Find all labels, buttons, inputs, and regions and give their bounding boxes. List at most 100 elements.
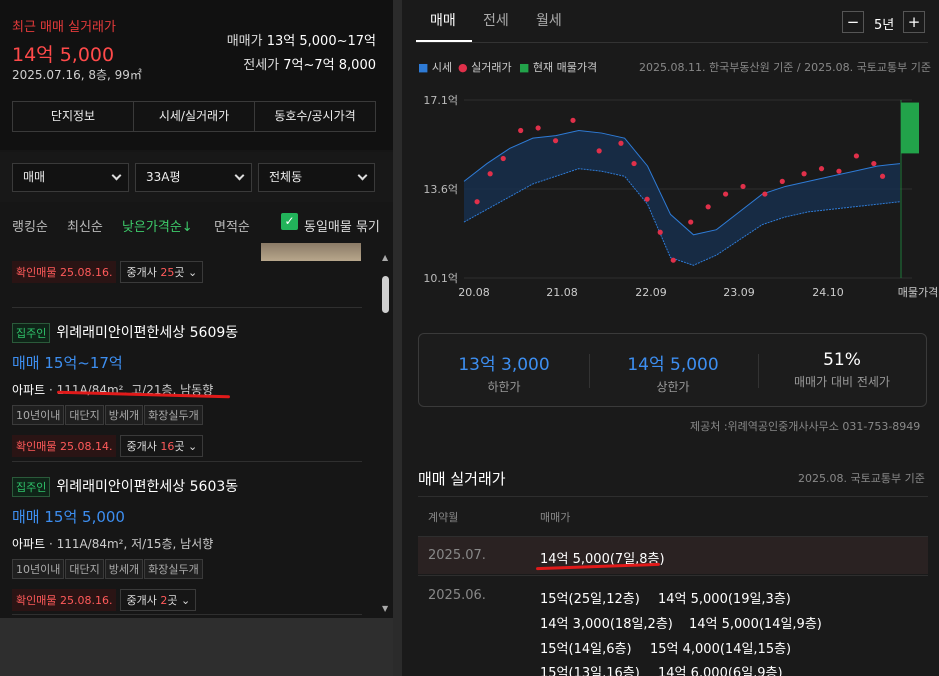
deal-point (705, 204, 711, 210)
legend-market: ■ 시세 (418, 61, 453, 74)
dong-select[interactable]: 전체동 (258, 163, 375, 192)
trade-type-select[interactable]: 매매 (12, 163, 129, 192)
deal-point (631, 160, 637, 167)
deal-entry: 15억 4,000(14일,15층) (650, 642, 792, 657)
x-tick-label: 24.10 (812, 286, 844, 299)
info-tabs: 단지정보 시세/실거래가 동호수/공시가격 (12, 101, 376, 132)
x-tick-label: 매물가격 (898, 286, 938, 299)
feature-chips: 10년이내 대단지 방세개 화장실두개 (12, 558, 362, 579)
listing-photo[interactable] (261, 243, 361, 261)
deal-point (570, 117, 576, 123)
divider (589, 354, 590, 388)
tab-price-history[interactable]: 시세/실거래가 (134, 102, 255, 131)
bottom-area (0, 618, 393, 676)
deal-point (801, 171, 807, 177)
tab-monthly[interactable]: 월세 (536, 10, 562, 30)
square-icon: ■ (418, 61, 429, 74)
deal-entry: 15억(25일,12층) (540, 592, 640, 607)
deal-point (618, 140, 624, 146)
deal-point (670, 257, 676, 263)
chevron-down-icon (111, 170, 122, 181)
sort-ranking[interactable]: 랭킹순 (12, 216, 48, 235)
chevron-down-icon (357, 170, 368, 181)
deal-entry: 15억(14일,6층) (540, 642, 632, 657)
deal-point (657, 229, 663, 235)
x-tick-label: 21.08 (546, 286, 578, 299)
listing-title[interactable]: 위례래미안이편한세상 5609동 (56, 325, 238, 341)
tab-unit-price[interactable]: 동호수/공시가격 (255, 102, 375, 131)
y-tick-label: 10.1억 (423, 272, 458, 285)
deal-point (836, 168, 842, 174)
period-plus-button[interactable]: + (903, 11, 925, 33)
chart-source: 2025.08.11. 한국부동산원 기준 / 2025.08. 국토교통부 기… (639, 61, 931, 74)
stat-lower: 13억 3,000 하한가 (458, 355, 550, 394)
deal-point (552, 138, 559, 144)
deal-point (518, 127, 524, 134)
panel-divider[interactable] (393, 0, 402, 676)
divider (418, 496, 928, 497)
deal-entry: 14억 5,000(14일,9층) (689, 617, 822, 632)
deal-point (779, 178, 785, 184)
filter-bar: 매매 33A평 전체동 (0, 152, 393, 202)
recent-deal-summary: 최근 매매 실거래가 14억 5,000 2025.07.16, 8층, 99㎡… (0, 0, 393, 150)
listing-price: 매매 15억 5,000 (12, 508, 125, 526)
scroll-up-icon[interactable]: ▲ (382, 253, 388, 262)
listing-list: 확인매물 25.08.16. 중개사 25곳 ⌄ 집주인 위례래미안이편한세상 56… (0, 243, 393, 618)
divider (758, 354, 759, 388)
agent-count-button[interactable]: 중개사 16곳 ⌄ (120, 435, 204, 457)
recent-deal-price: 14억 5,000 (12, 44, 115, 66)
tab-complex-info[interactable]: 단지정보 (13, 102, 134, 131)
sort-bar: 랭킹순 최신순 낮은가격순↓ 면적순 동일매물 묶기 (0, 206, 393, 242)
x-tick-label: 23.09 (723, 286, 755, 299)
same-listing-merge-checkbox[interactable]: ✓ (281, 213, 298, 230)
agent-count-button[interactable]: 중개사 25곳 ⌄ (120, 261, 204, 283)
deal-month: 2025.06. (428, 588, 486, 603)
list-item[interactable]: 집주인 위례래미안이편한세상 5603동 매매 15억 5,000 아파트 · 1… (12, 476, 362, 611)
listing-range-bar (901, 102, 919, 154)
price-stats: 13억 3,000 하한가 14억 5,000 상한가 51% 매매가 대비 전세가 (418, 333, 927, 407)
confirm-badge: 확인매물 25.08.16. (12, 261, 117, 283)
deal-point (818, 166, 825, 172)
tab-sale[interactable]: 매매 (430, 10, 456, 30)
price-chart[interactable]: 17.1억 13.6억 10.1억20.08 21.08 22.09 23.09 24.10… (416, 90, 939, 305)
deal-point (879, 173, 886, 179)
area-select[interactable]: 33A평 (135, 163, 252, 192)
confirm-badge: 확인매물 25.08.16. (12, 589, 117, 611)
list-item[interactable]: 집주인 위례래미안이편한세상 5609동 매매 15억~17억 아파트 · 111… (12, 322, 362, 457)
deal-entry: 14억 6,000(6일,9층) (658, 666, 783, 676)
y-tick-label: 17.1억 (423, 94, 458, 107)
sort-latest[interactable]: 최신순 (67, 216, 103, 235)
period-minus-button[interactable]: − (842, 11, 864, 33)
col-month-header: 계약월 (428, 511, 459, 524)
agent-count-button[interactable]: 중개사 2곳 ⌄ (120, 589, 197, 611)
owner-tag: 집주인 (12, 323, 51, 343)
col-price-header: 매매가 (540, 511, 571, 524)
deal-point (500, 155, 506, 162)
divider (12, 307, 362, 308)
tab-border (416, 42, 928, 43)
list-item[interactable]: 확인매물 25.08.16. 중개사 25곳 ⌄ (12, 261, 362, 283)
sort-low-price[interactable]: 낮은가격순↓ (122, 216, 193, 235)
sort-area[interactable]: 면적순 (214, 216, 250, 235)
deals-title: 매매 실거래가 (418, 470, 506, 488)
recent-deal-label: 최근 매매 실거래가 (12, 20, 116, 35)
dot-icon: ● (458, 61, 468, 74)
chevron-down-icon (234, 170, 245, 181)
table-row[interactable] (418, 537, 928, 574)
deal-point (487, 171, 493, 177)
period-value: 5년 (874, 18, 895, 33)
scrollbar-thumb[interactable] (382, 276, 389, 313)
deal-point (762, 191, 768, 197)
x-tick-label: 22.09 (635, 286, 667, 299)
scroll-down-icon[interactable]: ▼ (382, 604, 388, 613)
divider (12, 614, 362, 615)
feature-chips: 10년이내 대단지 방세개 화장실두개 (12, 404, 362, 425)
tab-jeonse[interactable]: 전세 (483, 10, 509, 30)
listing-panel: 최근 매매 실거래가 14억 5,000 2025.07.16, 8층, 99㎡… (0, 0, 393, 676)
listing-price: 매매 15억~17억 (12, 354, 123, 372)
deal-point (740, 183, 746, 190)
same-listing-merge-label[interactable]: 동일매물 묶기 (304, 216, 380, 235)
listing-title[interactable]: 위례래미안이편한세상 5603동 (56, 479, 238, 495)
deal-entry: 14억 5,000(19일,3층) (658, 592, 791, 607)
market-band (464, 130, 900, 266)
